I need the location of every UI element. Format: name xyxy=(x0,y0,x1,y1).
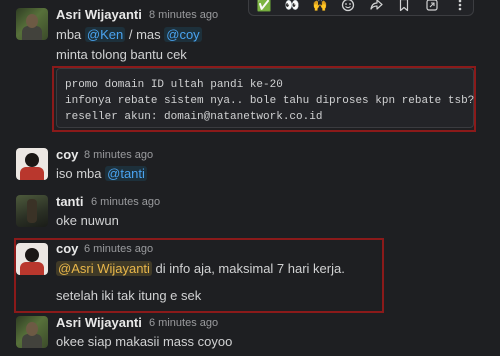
timestamp[interactable]: 6 minutes ago xyxy=(149,317,218,329)
author-name[interactable]: tanti xyxy=(56,194,83,209)
code-line: promo domain ID ultah pandi ke-20 xyxy=(65,79,283,91)
mention-tanti[interactable]: @tanti xyxy=(105,166,147,181)
more-actions-icon[interactable] xyxy=(449,0,471,14)
author-name[interactable]: Asri Wijayanti xyxy=(56,7,142,22)
code-block: promo domain ID ultah pandi ke-20 infony… xyxy=(56,68,474,128)
tanti-avatar[interactable] xyxy=(16,195,48,227)
coy-avatar[interactable] xyxy=(16,148,48,180)
timestamp[interactable]: 8 minutes ago xyxy=(84,149,153,161)
timestamp[interactable]: 8 minutes ago xyxy=(149,9,218,21)
message-actions-toolbar: ✅ 👀 🙌 xyxy=(248,0,474,16)
code-line: infonya rebate sistem nya.. bole tahu di… xyxy=(65,95,475,107)
asri-avatar[interactable] xyxy=(16,316,48,348)
check-mark-reaction-icon[interactable]: ✅ xyxy=(253,0,275,14)
text-fragment: di info aja, maksimal 7 hari kerja. xyxy=(151,261,345,276)
asri-avatar[interactable] xyxy=(16,8,48,40)
message-text: @Asri Wijayanti di info aja, maksimal 7 … xyxy=(56,261,345,276)
mention-ken[interactable]: @Ken xyxy=(84,27,126,42)
timestamp[interactable]: 6 minutes ago xyxy=(84,243,153,255)
raised-hands-reaction-icon[interactable]: 🙌 xyxy=(309,0,331,14)
bookmark-icon[interactable] xyxy=(393,0,415,14)
text-fragment: iso mba xyxy=(56,166,106,181)
add-reaction-icon[interactable] xyxy=(337,0,359,14)
mention-asri[interactable]: @Asri Wijayanti xyxy=(56,261,152,276)
shortcut-icon[interactable] xyxy=(421,0,443,14)
author-name[interactable]: coy xyxy=(56,241,78,256)
mention-coy[interactable]: @coy xyxy=(164,27,202,42)
timestamp[interactable]: 6 minutes ago xyxy=(91,196,160,208)
message-text: oke nuwun xyxy=(56,213,119,228)
message-text: okee siap makasii mass coyoo xyxy=(56,334,233,349)
text-fragment: mba xyxy=(56,27,85,42)
text-fragment: / mas xyxy=(125,27,165,42)
eyes-reaction-icon[interactable]: 👀 xyxy=(281,0,303,14)
message-text: setelah iki tak itung e sek xyxy=(56,288,202,303)
message-text: mba @Ken / mas @coy xyxy=(56,27,202,42)
forward-icon[interactable] xyxy=(365,0,387,14)
message-text: iso mba @tanti xyxy=(56,166,147,181)
coy-avatar[interactable] xyxy=(16,243,48,275)
author-name[interactable]: coy xyxy=(56,147,78,162)
code-line: reseller akun: domain@natanetwork.co.id xyxy=(65,111,323,123)
message-text: minta tolong bantu cek xyxy=(56,47,187,62)
author-name[interactable]: Asri Wijayanti xyxy=(56,315,142,330)
